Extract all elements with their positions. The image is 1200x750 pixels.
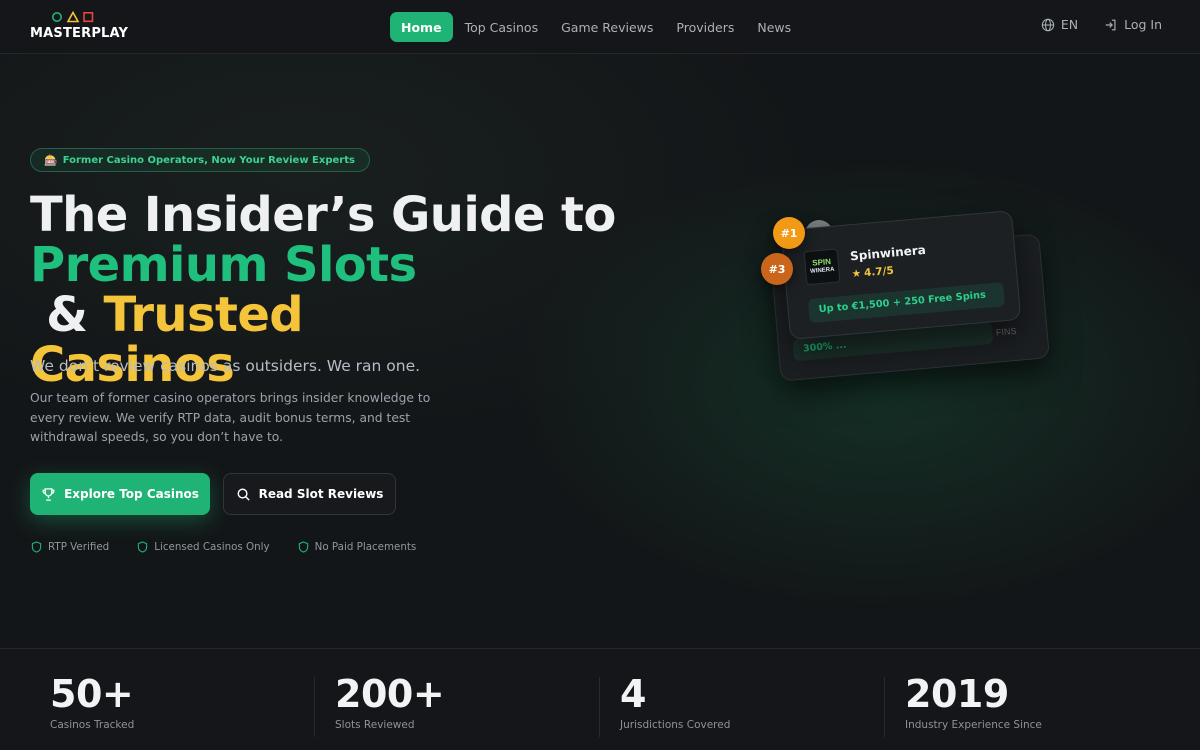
stat-value: 4 [620,672,646,716]
globe-icon [1041,18,1055,31]
trust-indicators: RTP Verified Licensed Casinos Only No Pa… [31,541,416,553]
nav-link-game-reviews[interactable]: Game Reviews [550,12,664,42]
casino-card-front[interactable]: SPIN WINERA Spinwinera ★ 4.7/5 Up to €1,… [780,210,1022,340]
logo-shapes-icon [52,11,94,23]
stat-label: Jurisdictions Covered [620,719,731,731]
hero-description: Our team of former casino operators brin… [30,391,431,444]
trust-item-label: Licensed Casinos Only [154,541,270,553]
casino-logo-subtext: WINERA [809,266,835,275]
shield-icon [298,541,308,553]
casino-rating-value: 4.7/5 [863,264,895,280]
casino-card-back-side-text: FINS [995,325,1017,338]
stat-jurisdictions: 4 Jurisdictions Covered [620,674,890,736]
stat-value: 200+ [335,672,445,716]
casino-logo: SPIN WINERA [803,248,841,286]
stat-label: Casinos Tracked [50,719,135,731]
trust-item-licensed: Licensed Casinos Only [137,541,270,553]
stat-divider [314,677,315,737]
stat-casinos: 50+ Casinos Tracked [50,674,320,736]
headline-line-1: The Insider’s Guide to [30,187,616,243]
login-label: Log In [1124,17,1162,32]
nav-link-news[interactable]: News [746,12,802,42]
nav-link-providers[interactable]: Providers [665,12,745,42]
explore-button-label: Explore Top Casinos [64,487,199,501]
nav-link-home[interactable]: Home [390,12,453,42]
headline-trusted: Trusted [103,287,304,343]
stat-experience: 2019 Industry Experience Since [905,674,1175,736]
stat-divider [599,677,600,737]
hero-badge-text: Former Casino Operators, Now Your Review… [62,154,355,166]
stat-divider [884,677,885,737]
stat-value: 2019 [905,672,1009,716]
login-icon [1105,19,1116,30]
stat-label: Industry Experience Since [905,719,1042,731]
hero-subheading: We don’t review casinos as outsiders. We… [30,357,421,375]
rank-badge-1: #1 [773,217,805,249]
shield-icon [31,541,42,553]
stat-value: 50+ [50,672,134,716]
shield-icon [138,541,148,553]
read-reviews-button-label: Read Slot Reviews [258,487,384,501]
top-navigation: MASTERPLAY Home Top Casinos Game Reviews… [0,0,1200,54]
language-label: EN [1060,17,1079,32]
brand-logo[interactable]: MASTERPLAY [30,11,130,43]
casino-offer: Up to €1,500 + 250 Free Spins [807,282,1006,324]
trust-item-no-paid: No Paid Placements [298,541,417,553]
headline-premium-slots: Premium Slots [30,237,417,293]
main-nav: Home Top Casinos Game Reviews Providers … [390,12,803,42]
trust-item-rtp: RTP Verified [31,541,109,553]
trust-item-label: RTP Verified [48,541,110,553]
stat-slots: 200+ Slots Reviewed [335,674,605,736]
read-slot-reviews-button[interactable]: Read Slot Reviews [223,473,396,515]
casino-rating: ★ 4.7/5 [851,265,894,281]
stat-label: Slots Reviewed [335,719,415,731]
rank-badge-3: #3 [761,253,793,285]
language-selector[interactable]: EN [1041,17,1078,32]
search-icon [237,488,250,501]
nav-actions: EN Log In [1041,17,1162,32]
headline-ampersand: & [30,287,104,343]
slot-machine-icon: 🎰 [44,153,58,167]
trust-item-label: No Paid Placements [314,541,417,553]
brand-name: MASTERPLAY [30,26,129,41]
trophy-icon [42,487,55,501]
star-icon: ★ [851,267,862,281]
casino-name: Spinwinera [849,242,927,264]
casino-logo-text: SPIN [811,257,832,268]
stats-bar: 50+ Casinos Tracked 200+ Slots Reviewed … [0,648,1200,750]
nav-link-top-casinos[interactable]: Top Casinos [454,12,550,42]
featured-casino-cards: 300% ... FINS SPIN WINERA Spinwinera ★ 4… [760,205,1060,395]
explore-top-casinos-button[interactable]: Explore Top Casinos [30,473,210,515]
login-button[interactable]: Log In [1104,17,1162,32]
hero-badge: 🎰 Former Casino Operators, Now Your Revi… [30,148,370,172]
